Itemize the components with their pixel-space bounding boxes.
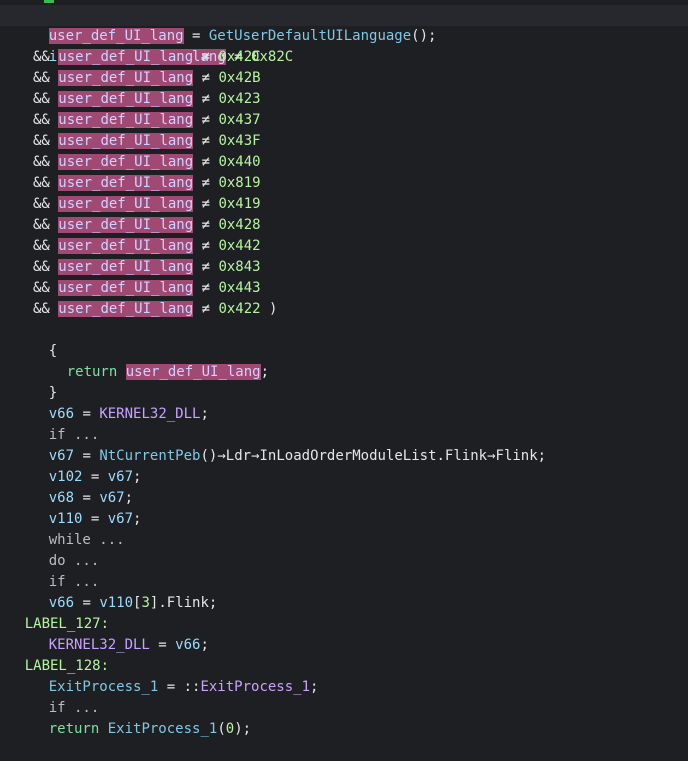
var-highlight[interactable]: user_def_UI_lang xyxy=(58,175,194,191)
condition-line[interactable]: && user_def_UI_lang ≠ 0x443 xyxy=(0,278,688,299)
code-editor[interactable]: user_def_UI_lang = GetUserDefaultUILangu… xyxy=(0,0,688,737)
var-highlight[interactable]: user_def_UI_lang xyxy=(58,301,194,317)
language-id: 0x440 xyxy=(218,154,261,170)
language-id: 0x419 xyxy=(218,196,261,212)
var-highlight[interactable]: user_def_UI_lang xyxy=(58,196,194,212)
var-highlight[interactable]: user_def_UI_lang xyxy=(58,280,194,296)
code-line-label-127[interactable]: LABEL_127: xyxy=(0,593,679,632)
var-highlight[interactable]: user_def_UI_lang xyxy=(58,112,194,128)
language-id: 0x42B xyxy=(218,70,261,86)
code-line-v68[interactable]: v68 = v67; xyxy=(0,467,688,506)
code-line-while-fold[interactable]: while ... xyxy=(0,509,688,548)
code-line-brace-close[interactable]: } xyxy=(0,362,688,401)
language-id: 0x428 xyxy=(218,217,261,233)
code-line-do-fold[interactable]: do ... xyxy=(0,530,688,569)
condition-line[interactable]: && user_def_UI_lang ≠ 0x428 xyxy=(0,215,688,236)
code-line-2[interactable]: if ( user_def_UI_lang ≠ 0x82C xyxy=(0,26,688,65)
condition-line[interactable]: && user_def_UI_lang ≠ 0x442 xyxy=(0,236,688,257)
var-highlight[interactable]: user_def_UI_lang xyxy=(58,154,194,170)
condition-line[interactable]: && user_def_UI_lang ≠ 0x423 xyxy=(0,89,688,110)
code-line-v67[interactable]: v67 = NtCurrentPeb()→Ldr→InLoadOrderModu… xyxy=(0,425,688,464)
language-id: 0x437 xyxy=(218,112,261,128)
code-line-v66-assign[interactable]: v66 = KERNEL32_DLL; xyxy=(0,383,688,422)
code-line-exit-assign[interactable]: ExitProcess_1 = ::ExitProcess_1; xyxy=(0,656,688,695)
var-highlight[interactable]: user_def_UI_lang xyxy=(58,70,194,86)
code-line-if-fold[interactable]: if ... xyxy=(0,404,688,443)
scroll-marker xyxy=(44,0,54,3)
var-highlight[interactable]: user_def_UI_lang xyxy=(58,133,194,149)
var-highlight[interactable]: user_def_UI_lang xyxy=(58,259,194,275)
language-id: 0x43F xyxy=(218,133,261,149)
var-highlight[interactable]: user_def_UI_lang xyxy=(58,238,194,254)
var-highlight[interactable]: user_def_UI_lang xyxy=(58,91,194,107)
code-line-v110[interactable]: v110 = v67; xyxy=(0,488,688,527)
condition-line[interactable]: && user_def_UI_lang ≠ 0x437 xyxy=(0,110,688,131)
language-id: 0x843 xyxy=(218,259,261,275)
code-line-return-exit[interactable]: return ExitProcess_1(0); xyxy=(0,698,688,737)
code-line-v102[interactable]: v102 = v67; xyxy=(0,446,688,485)
condition-line[interactable]: && user_def_UI_lang ≠ 0x42B xyxy=(0,68,688,89)
code-line-kernel-assign[interactable]: KERNEL32_DLL = v66; xyxy=(0,614,688,653)
condition-line[interactable]: && user_def_UI_lang ≠ 0x843 xyxy=(0,257,688,278)
code-line-if-fold-3[interactable]: if ... xyxy=(0,677,688,716)
code-line-if-fold-2[interactable]: if ... xyxy=(0,551,688,590)
language-id: 0x423 xyxy=(218,91,261,107)
language-id: 0x819 xyxy=(218,175,261,191)
condition-line[interactable]: && user_def_UI_lang ≠ 0x422 ) xyxy=(0,299,688,320)
code-line-label-128[interactable]: LABEL_128: xyxy=(0,635,679,674)
condition-line[interactable]: && user_def_UI_lang ≠ 0x440 xyxy=(0,152,688,173)
condition-line[interactable]: && user_def_UI_lang ≠ 0x42C xyxy=(0,47,688,68)
var-highlight[interactable]: user_def_UI_lang xyxy=(58,49,194,65)
condition-line[interactable]: && user_def_UI_lang ≠ 0x43F xyxy=(0,131,688,152)
language-id: 0x443 xyxy=(218,280,261,296)
language-id: 0x422 xyxy=(218,301,261,317)
language-id: 0x42C xyxy=(218,49,261,65)
condition-line[interactable]: && user_def_UI_lang ≠ 0x819 xyxy=(0,173,688,194)
condition-line[interactable]: && user_def_UI_lang ≠ 0x419 xyxy=(0,194,688,215)
code-line-1[interactable]: user_def_UI_lang = GetUserDefaultUILangu… xyxy=(0,5,688,44)
language-id: 0x442 xyxy=(218,238,261,254)
var-highlight[interactable]: user_def_UI_lang xyxy=(58,217,194,233)
code-line-return[interactable]: return user_def_UI_lang; xyxy=(0,341,688,380)
code-line-v66-flink[interactable]: v66 = v110[3].Flink; xyxy=(0,572,688,611)
code-line-brace-open[interactable]: { xyxy=(0,320,688,359)
